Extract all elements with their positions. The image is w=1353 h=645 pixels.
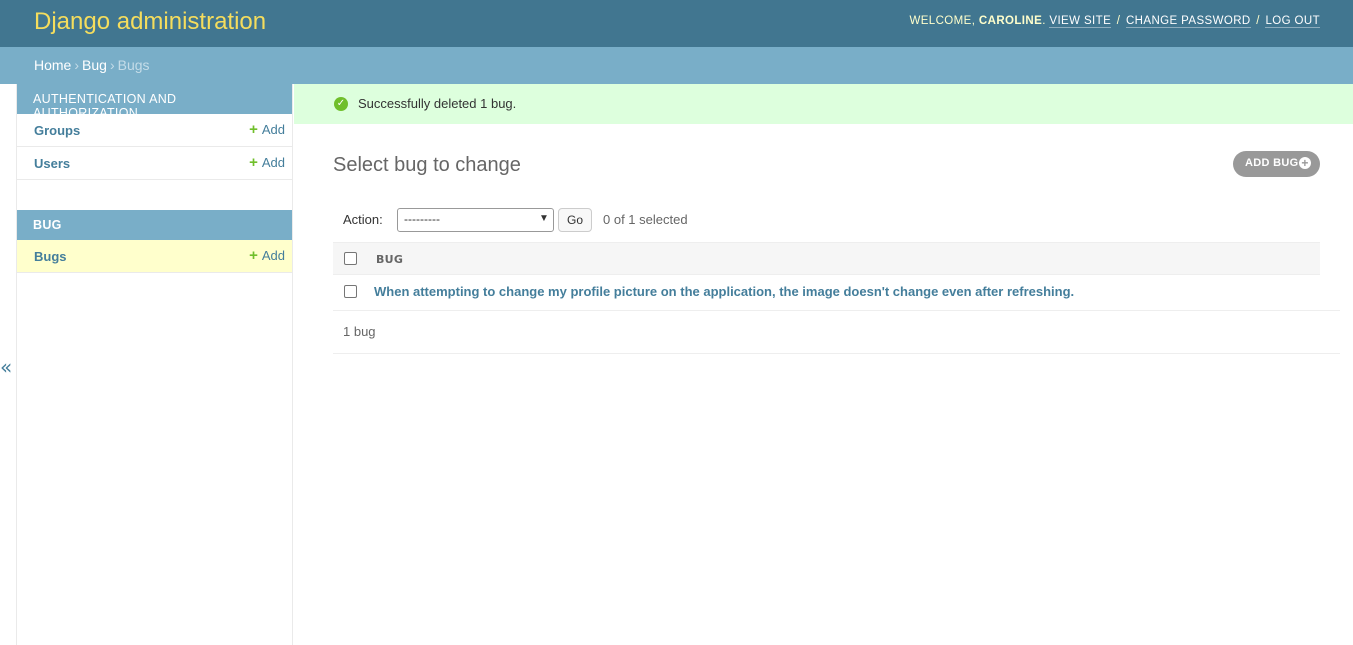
add-bug-button[interactable]: Add bug + <box>1233 151 1320 177</box>
chevron-down-icon: ▼ <box>539 213 549 224</box>
select-all-checkbox[interactable] <box>344 252 357 265</box>
plus-icon: + <box>249 121 258 138</box>
change-password-link[interactable]: Change password <box>1125 15 1251 28</box>
add-label: Add <box>261 155 285 170</box>
view-site-link[interactable]: View site <box>1049 15 1112 28</box>
table-header: Bug <box>333 242 1320 275</box>
separator: / <box>1116 15 1121 27</box>
module-caption-bug[interactable]: Bug <box>17 210 292 240</box>
row-checkbox[interactable] <box>344 285 357 298</box>
add-bug-label: Add bug <box>1245 157 1299 169</box>
action-label: Action: <box>343 212 383 227</box>
breadcrumb-separator: › <box>109 57 115 73</box>
go-button[interactable]: Go <box>558 208 592 232</box>
column-header-bug[interactable]: Bug <box>376 253 403 266</box>
module-caption-auth[interactable]: Authentication and Authorization <box>17 84 292 120</box>
success-check-icon: ✓ <box>334 97 348 111</box>
breadcrumb-separator: › <box>74 57 80 73</box>
user-tools: Welcome, Caroline. View site / Change pa… <box>909 15 1320 28</box>
table-row: When attempting to change my profile pic… <box>333 276 1340 311</box>
breadcrumb: Home › Bug › Bugs <box>0 47 1353 84</box>
separator: / <box>1256 15 1260 27</box>
message-text: Successfully deleted 1 bug. <box>358 96 517 111</box>
sidebar-link-groups[interactable]: Groups <box>34 123 80 138</box>
actions-bar: Action: --------- ▼ Go 0 of 1 selected <box>333 206 1319 233</box>
bug-link[interactable]: When attempting to change my profile pic… <box>374 284 1074 299</box>
success-message: ✓ Successfully deleted 1 bug. <box>294 84 1353 124</box>
nav-sidebar: Authentication and Authorization Groups … <box>16 84 293 645</box>
plus-icon: + <box>1299 157 1311 169</box>
header: Django administration Welcome, Caroline.… <box>0 0 1353 47</box>
sidebar-item-groups: Groups + Add <box>17 114 292 147</box>
add-label: Add <box>261 248 285 263</box>
username: Caroline <box>978 15 1043 27</box>
site-branding[interactable]: Django administration <box>34 8 266 36</box>
sidebar-link-users[interactable]: Users <box>34 156 70 171</box>
plus-icon: + <box>249 154 258 171</box>
result-count: 1 bug <box>343 324 376 339</box>
log-out-link[interactable]: Log out <box>1265 15 1320 28</box>
add-users-link[interactable]: + Add <box>249 155 285 170</box>
welcome-text: Welcome, <box>909 15 976 27</box>
selection-counter: 0 of 1 selected <box>603 212 688 227</box>
action-select[interactable]: --------- <box>397 208 554 232</box>
page-title: Select bug to change <box>333 154 521 176</box>
breadcrumb-home[interactable]: Home <box>34 57 71 73</box>
breadcrumb-app-bug[interactable]: Bug <box>82 57 107 73</box>
sidebar-link-bugs[interactable]: Bugs <box>34 249 67 264</box>
add-label: Add <box>261 122 285 137</box>
module-spacer <box>17 180 292 210</box>
add-groups-link[interactable]: + Add <box>249 122 285 137</box>
plus-icon: + <box>249 247 258 264</box>
sidebar-item-users: Users + Add <box>17 147 292 180</box>
paginator: 1 bug <box>333 311 1340 354</box>
toggle-sidebar-button[interactable]: « <box>0 355 12 379</box>
add-bugs-link[interactable]: + Add <box>249 248 285 263</box>
sidebar-item-bugs: Bugs + Add <box>17 240 292 273</box>
breadcrumb-current: Bugs <box>117 57 150 73</box>
